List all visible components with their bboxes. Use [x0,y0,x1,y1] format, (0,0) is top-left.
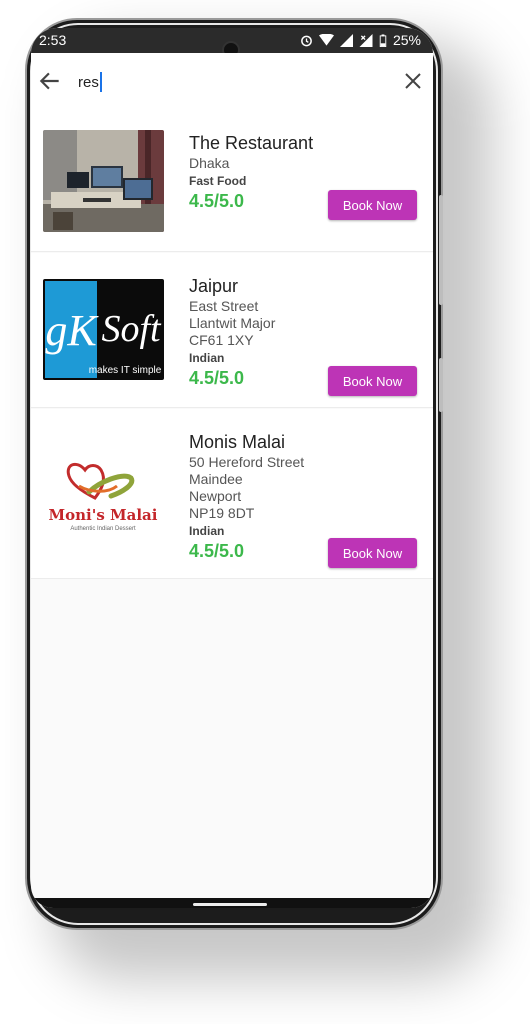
home-indicator[interactable] [193,903,267,906]
book-now-button[interactable]: Book Now [328,190,417,220]
logo-tagline: makes IT simple [89,365,162,376]
logo-brand: Moni's Malai [49,506,158,524]
restaurant-name: Monis Malai [189,432,286,452]
status-time: 2:53 [39,32,67,48]
status-bar: 2:53 25% [31,28,433,59]
restaurant-list: The Restaurant Dhaka Fast Food 4.5/5.0 B… [31,111,433,580]
alarm-icon [301,35,312,46]
address-line: Dhaka [189,155,230,171]
address-line: Llantwit Major [189,315,276,331]
restaurant-rating: 4.5/5.0 [189,541,245,561]
restaurant-card[interactable]: Moni's Malai Authentic Indian Dessert Mo… [31,409,433,579]
restaurant-photo [43,130,164,232]
restaurant-card[interactable]: The Restaurant Dhaka Fast Food 4.5/5.0 B… [31,111,433,252]
address-line: CF61 1XY [189,332,254,348]
signal-x-icon [359,33,373,47]
text-cursor [99,72,102,92]
address-line: East Street [189,298,259,314]
restaurant-category: Fast Food [189,174,247,188]
address-line: Maindee [189,471,243,487]
arrow-left-icon[interactable] [37,68,63,94]
search-input[interactable]: res [78,72,102,92]
restaurant-logo: Moni's Malai Authentic Indian Dessert [43,446,164,536]
signal-icon [339,33,353,47]
app-screen: 2:53 25% res The Restaurant Dhaka Fast F… [31,28,433,908]
restaurant-name: The Restaurant [189,133,314,153]
power-button [439,358,443,412]
restaurant-name: Jaipur [189,276,239,296]
logo-initials: gK [45,306,99,355]
search-query: res [78,73,99,91]
restaurant-rating: 4.5/5.0 [189,368,245,388]
restaurant-card[interactable]: gK Soft makes IT simple Jaipur East Stre… [31,253,433,408]
restaurant-logo: gK Soft makes IT simple [43,279,164,380]
book-now-button[interactable]: Book Now [328,366,417,396]
wifi-icon [318,34,334,46]
close-icon[interactable] [401,69,425,93]
restaurant-rating: 4.5/5.0 [189,191,245,211]
logo-brand: Soft [101,308,162,350]
search-toolbar: res [31,53,433,111]
address-line: NP19 8DT [189,505,255,521]
gesture-bar [31,898,433,908]
book-now-button[interactable]: Book Now [328,538,417,568]
battery-percent: 25% [392,32,421,48]
logo-tagline: Authentic Indian Dessert [70,526,136,532]
address-line: Newport [189,488,242,504]
restaurant-category: Indian [189,351,225,365]
restaurant-category: Indian [189,524,225,538]
volume-button [439,195,443,305]
address-line: 50 Hereford Street [189,454,305,470]
battery-icon [379,33,387,47]
